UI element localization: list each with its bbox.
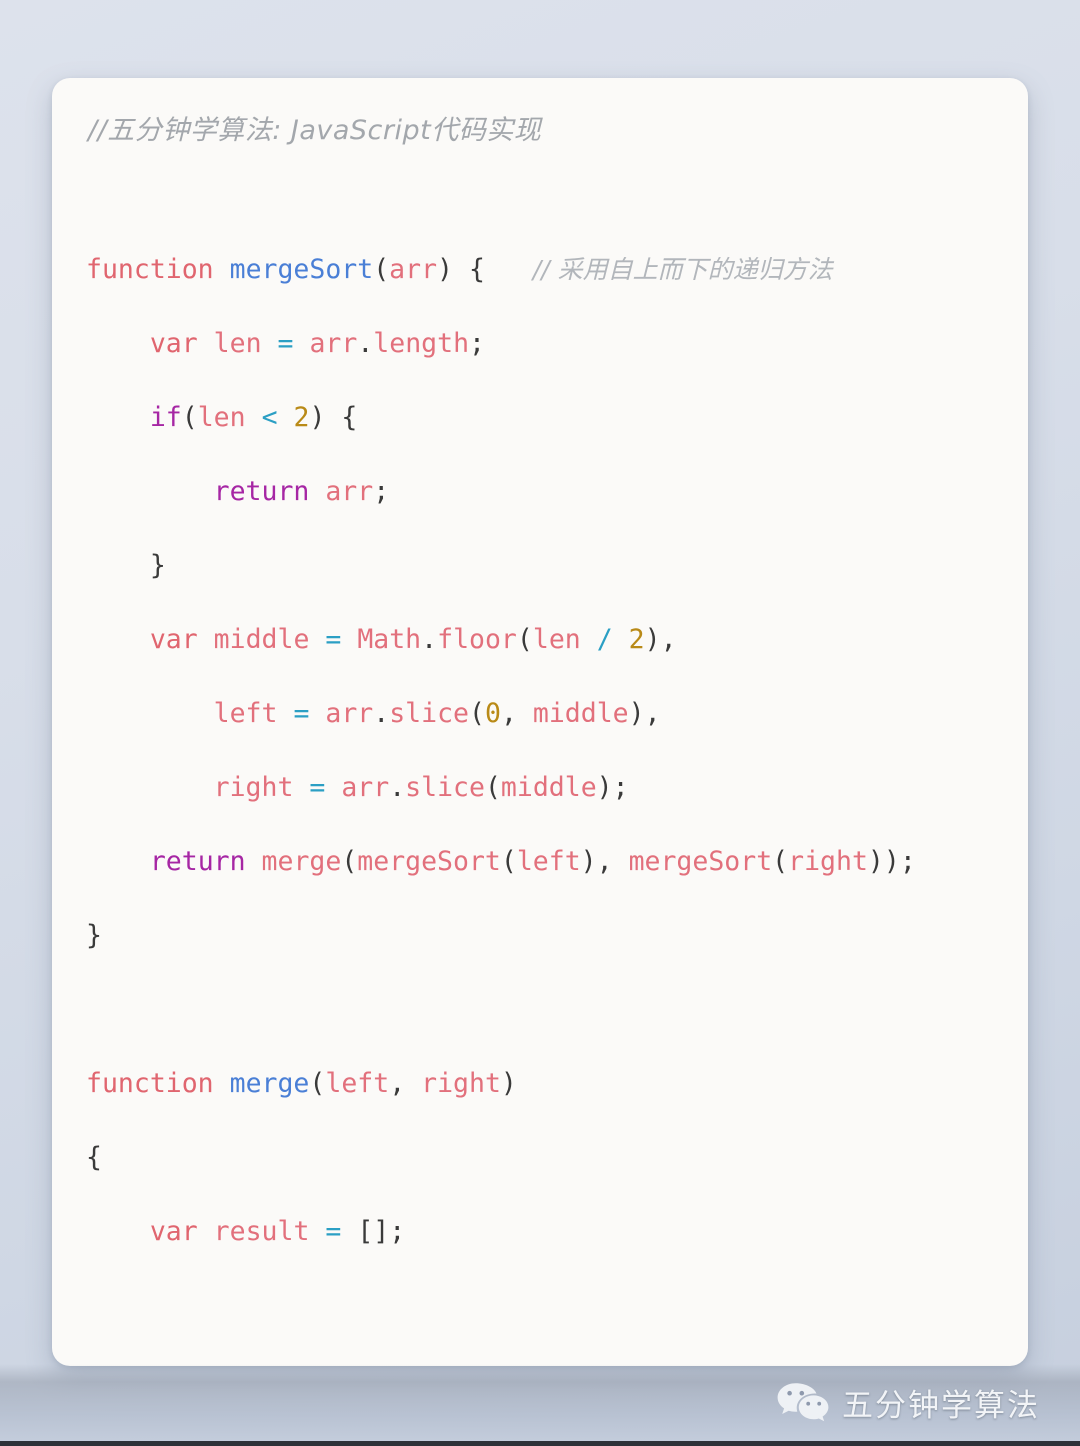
token-punct: ) { xyxy=(437,254,485,285)
token-operator: = xyxy=(293,698,310,729)
token-identifier: arr xyxy=(325,476,374,507)
token-operator: = xyxy=(277,328,294,359)
token-punct: )); xyxy=(867,846,916,877)
code-line: if(len < 2) { xyxy=(86,399,994,436)
token-operator: < xyxy=(261,402,278,433)
footer-bar: 五分钟学算法 xyxy=(0,1364,1080,1446)
token-punct: ( xyxy=(484,772,501,803)
token-keyword: function xyxy=(86,1068,214,1099)
token-punct: ( xyxy=(373,254,390,285)
token-punct: . xyxy=(421,624,438,655)
token-identifier: right xyxy=(421,1068,501,1099)
token-identifier: middle xyxy=(532,698,629,729)
token-identifier: floor xyxy=(437,624,517,655)
code-line: return arr; xyxy=(86,473,994,510)
token-punct: ); xyxy=(596,772,629,803)
token-identifier: left xyxy=(516,846,581,877)
token-identifier: arr xyxy=(389,254,438,285)
code-line: } xyxy=(86,917,994,954)
token-operator: = xyxy=(325,624,342,655)
token-punct: , xyxy=(500,698,517,729)
wechat-account-name: 五分钟学算法 xyxy=(842,1387,1040,1424)
header-comment: //五分钟学算法: JavaScript代码实现 xyxy=(88,115,542,146)
token-operator: = xyxy=(325,1216,342,1247)
wechat-icon xyxy=(777,1383,829,1422)
token-punct: ) xyxy=(500,1068,517,1099)
token-punct: ( xyxy=(341,846,358,877)
token-identifier: slice xyxy=(405,772,485,803)
token-identifier: right xyxy=(788,846,868,877)
token-punct: ( xyxy=(500,846,517,877)
token-operator: / xyxy=(596,624,613,655)
token-keyword: if xyxy=(149,402,182,433)
token-identifier: length xyxy=(373,328,470,359)
token-punct: ( xyxy=(309,1068,326,1099)
token-punct: ), xyxy=(644,624,677,655)
token-identifier: middle xyxy=(500,772,597,803)
token-punct: []; xyxy=(357,1216,406,1247)
token-identifier: Math xyxy=(357,624,422,655)
token-punct: ; xyxy=(373,476,390,507)
token-keyword: return xyxy=(149,846,246,877)
token-identifier: len xyxy=(532,624,581,655)
token-punct: ; xyxy=(469,328,485,359)
token-function-name: mergeSort xyxy=(229,254,374,285)
token-keyword: var xyxy=(149,624,198,655)
token-identifier: result xyxy=(213,1216,310,1247)
code-line: var len = arr.length; xyxy=(86,325,994,362)
token-punct: , xyxy=(389,1068,406,1099)
code-line: function merge(left, right) xyxy=(86,1065,994,1102)
code-line: var result = []; xyxy=(86,1213,994,1250)
token-punct: ) { xyxy=(309,402,358,433)
token-punct: ), xyxy=(580,846,613,877)
token-identifier: middle xyxy=(213,624,310,655)
token-number: 2 xyxy=(293,402,310,433)
code-block: function mergeSort(arr) { // 采用自上而下的递归方法… xyxy=(86,177,994,1366)
token-punct: ), xyxy=(628,698,661,729)
token-punct: { xyxy=(86,1142,102,1173)
token-identifier: mergeSort xyxy=(628,846,773,877)
token-identifier: left xyxy=(325,1068,390,1099)
token-function-name: merge xyxy=(229,1068,310,1099)
token-punct: . xyxy=(373,698,390,729)
token-keyword: return xyxy=(213,476,310,507)
token-number: 2 xyxy=(628,624,645,655)
token-identifier: len xyxy=(197,402,246,433)
token-identifier: arr xyxy=(309,328,358,359)
token-punct: ( xyxy=(469,698,485,729)
token-identifier: len xyxy=(213,328,262,359)
token-keyword: function xyxy=(86,254,214,285)
token-identifier: arr xyxy=(341,772,390,803)
code-line: right = arr.slice(middle); xyxy=(86,769,994,806)
token-identifier: mergeSort xyxy=(357,846,501,877)
code-line: { xyxy=(86,1139,994,1176)
code-line: return merge(mergeSort(left), mergeSort(… xyxy=(86,843,994,880)
token-punct: } xyxy=(149,550,166,581)
token-identifier: merge xyxy=(261,846,342,877)
token-identifier: arr xyxy=(325,698,374,729)
token-punct: ( xyxy=(516,624,533,655)
code-line: } xyxy=(86,547,994,584)
token-punct: ( xyxy=(181,402,198,433)
token-punct: ( xyxy=(772,846,789,877)
token-keyword: var xyxy=(149,1216,198,1247)
token-punct: . xyxy=(389,772,406,803)
code-line: function mergeSort(arr) { // 采用自上而下的递归方法 xyxy=(86,251,994,288)
token-keyword: var xyxy=(149,328,198,359)
token-operator: = xyxy=(309,772,326,803)
token-punct: } xyxy=(86,920,102,951)
wechat-account-badge[interactable]: 五分钟学算法 xyxy=(776,1380,1040,1431)
token-identifier: slice xyxy=(389,698,469,729)
token-identifier: right xyxy=(213,772,294,803)
token-number: 0 xyxy=(484,698,501,729)
code-card: //五分钟学算法: JavaScript代码实现 function mergeS… xyxy=(52,78,1028,1366)
token-punct: . xyxy=(357,328,374,359)
code-line: var middle = Math.floor(len / 2), xyxy=(86,621,994,658)
code-line: left = arr.slice(0, middle), xyxy=(86,695,994,732)
token-comment: // 采用自上而下的递归方法 xyxy=(532,255,833,284)
token-identifier: left xyxy=(213,698,278,729)
